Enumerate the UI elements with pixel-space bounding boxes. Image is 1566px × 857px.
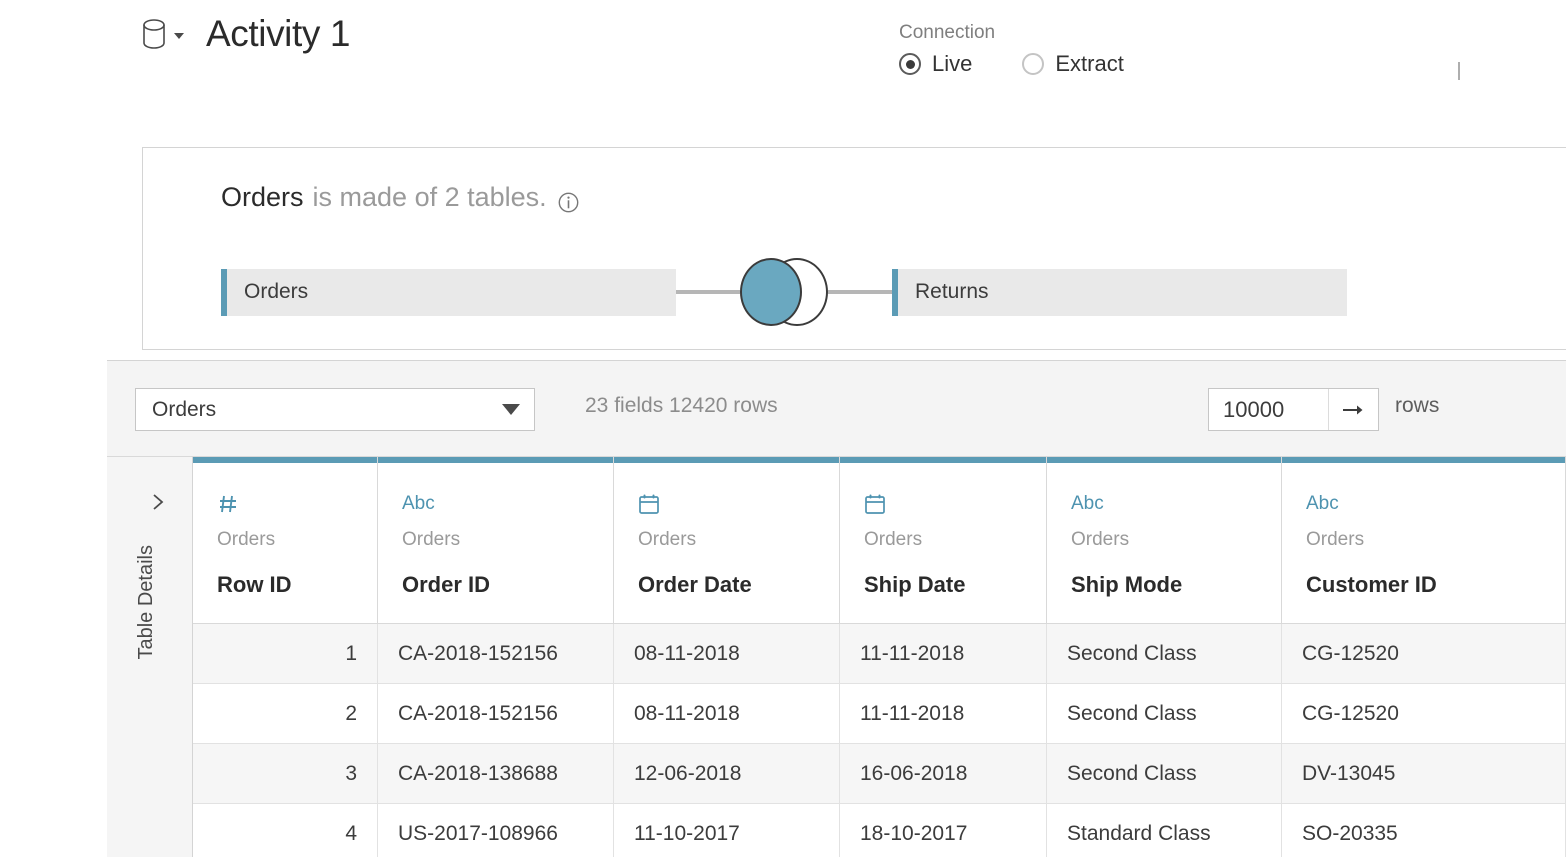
table-cell[interactable]: 18-10-2017 (840, 804, 1047, 857)
chevron-right-icon[interactable] (149, 493, 167, 511)
abc-text-icon: Abc (402, 493, 435, 514)
column-source-label: Orders (638, 529, 697, 550)
table-cell[interactable]: 3 (193, 744, 378, 804)
table-cell[interactable]: 11-11-2018 (840, 684, 1047, 744)
column-name-label: Order Date (638, 572, 752, 597)
table-cell[interactable]: DV-13045 (1282, 744, 1566, 804)
row-limit-apply-button[interactable] (1328, 389, 1378, 430)
column-header-ship-date[interactable]: Orders Ship Date (840, 457, 1047, 624)
table-cell[interactable]: CA-2018-152156 (378, 624, 614, 684)
table-cell[interactable]: 16-06-2018 (840, 744, 1047, 804)
join-table-orders-label: Orders (244, 280, 309, 303)
column-source-label: Orders (864, 529, 923, 550)
table-details-label: Table Details (135, 545, 157, 660)
table-row[interactable]: 2 CA-2018-152156 08-11-2018 11-11-2018 Secon… (193, 684, 1566, 744)
abc-text-icon: Abc (1306, 493, 1339, 514)
chevron-down-icon[interactable] (174, 33, 184, 39)
table-cell[interactable]: Second Class (1047, 744, 1282, 804)
database-icon (140, 17, 168, 51)
column-header-row-id[interactable]: Orders Row ID (193, 457, 378, 624)
table-details-rail[interactable]: Table Details (107, 457, 193, 857)
grid-header-row: Orders Row ID Abc Orders Order ID Orders Order… (193, 457, 1566, 624)
join-connector-right (828, 290, 892, 294)
table-cell[interactable]: CA-2018-138688 (378, 744, 614, 804)
canvas-heading: Orders is made of 2 tables. (221, 180, 579, 214)
column-header-order-id[interactable]: Abc Orders Order ID (378, 457, 614, 624)
table-cell[interactable]: 4 (193, 804, 378, 857)
row-limit-input-group[interactable]: 10000 (1208, 388, 1379, 431)
join-connector-left (676, 290, 740, 294)
connection-option-extract[interactable]: Extract (1022, 51, 1124, 77)
data-source-page: Activity 1 Connection Live Extract Order… (0, 0, 1566, 857)
table-cell[interactable]: 11-10-2017 (614, 804, 840, 857)
column-header-customer-id[interactable]: Abc Orders Customer ID (1282, 457, 1566, 624)
table-cell[interactable]: 1 (193, 624, 378, 684)
join-canvas: Orders is made of 2 tables. Orders Retur… (142, 147, 1566, 350)
rows-label: rows (1395, 394, 1440, 417)
column-name-label: Row ID (217, 572, 292, 597)
clipped-element-fragment (1458, 62, 1460, 80)
table-row[interactable]: 4 US-2017-108966 11-10-2017 18-10-2017 Stand… (193, 804, 1566, 857)
connection-option-live[interactable]: Live (899, 51, 972, 77)
table-cell[interactable]: Second Class (1047, 684, 1282, 744)
table-cell[interactable]: CG-12520 (1282, 624, 1566, 684)
column-source-label: Orders (217, 529, 276, 550)
join-diagram: Orders Returns (221, 258, 1347, 326)
table-cell[interactable]: 08-11-2018 (614, 684, 840, 744)
canvas-heading-table: Orders (221, 182, 304, 212)
table-row[interactable]: 3 CA-2018-138688 12-06-2018 16-06-2018 Secon… (193, 744, 1566, 804)
join-type-venn-icon[interactable] (740, 258, 828, 326)
table-cell[interactable]: CG-12520 (1282, 684, 1566, 744)
join-table-orders[interactable]: Orders (221, 268, 676, 316)
connection-option-live-label: Live (932, 51, 973, 76)
calendar-icon (638, 491, 839, 517)
page-title: Activity 1 (206, 13, 351, 54)
column-header-order-date[interactable]: Orders Order Date (614, 457, 840, 624)
connection-label: Connection (899, 22, 996, 43)
column-header-ship-mode[interactable]: Abc Orders Ship Mode (1047, 457, 1282, 624)
table-row[interactable]: 1 CA-2018-152156 08-11-2018 11-11-2018 Secon… (193, 624, 1566, 684)
radio-unselected-icon (1022, 53, 1045, 75)
table-cell[interactable]: 11-11-2018 (840, 624, 1047, 684)
grid-toolbar: Orders 23 fields 12420 rows 10000 rows (107, 360, 1566, 457)
canvas-heading-description: is made of 2 tables. (312, 182, 547, 212)
datasource-title-group[interactable]: Activity 1 (140, 12, 350, 56)
connection-option-extract-label: Extract (1055, 51, 1124, 76)
number-hash-icon (217, 491, 377, 517)
join-table-returns-label: Returns (915, 280, 989, 303)
table-cell[interactable]: US-2017-108966 (378, 804, 614, 857)
calendar-icon (864, 491, 1046, 517)
table-select-value: Orders (152, 397, 217, 421)
column-source-label: Orders (1071, 529, 1130, 550)
connection-radio-group: Live Extract (899, 51, 1174, 77)
table-select-dropdown[interactable]: Orders (135, 388, 535, 431)
table-cell[interactable]: 12-06-2018 (614, 744, 840, 804)
abc-text-icon: Abc (1071, 493, 1104, 514)
column-source-label: Orders (402, 529, 461, 550)
page-header: Activity 1 Connection Live Extract (0, 0, 1566, 132)
fields-rows-summary: 23 fields 12420 rows (585, 394, 778, 417)
table-cell[interactable]: SO-20335 (1282, 804, 1566, 857)
data-preview-grid[interactable]: Orders Row ID Abc Orders Order ID Orders Order… (193, 457, 1566, 857)
column-source-label: Orders (1306, 529, 1365, 550)
chevron-down-icon[interactable] (502, 404, 520, 415)
arrow-right-icon (1342, 405, 1362, 414)
connection-section: Connection Live Extract (899, 20, 1174, 77)
table-cell[interactable]: 2 (193, 684, 378, 744)
column-name-label: Ship Mode (1071, 572, 1183, 597)
row-limit-input[interactable]: 10000 (1209, 397, 1328, 423)
table-cell[interactable]: Second Class (1047, 624, 1282, 684)
table-cell[interactable]: CA-2018-152156 (378, 684, 614, 744)
column-name-label: Customer ID (1306, 572, 1437, 597)
column-name-label: Ship Date (864, 572, 966, 597)
column-name-label: Order ID (402, 572, 491, 597)
info-icon[interactable] (558, 187, 579, 212)
radio-selected-icon (899, 53, 921, 75)
join-table-returns[interactable]: Returns (892, 268, 1347, 316)
table-cell[interactable]: Standard Class (1047, 804, 1282, 857)
grid-body: 1 CA-2018-152156 08-11-2018 11-11-2018 Secon… (193, 624, 1566, 857)
table-cell[interactable]: 08-11-2018 (614, 624, 840, 684)
